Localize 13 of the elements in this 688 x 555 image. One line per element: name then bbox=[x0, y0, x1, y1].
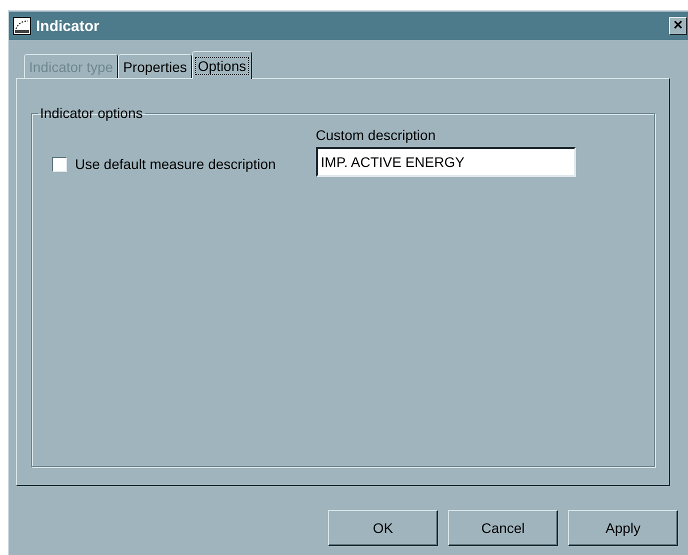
dialog-button[interactable]: Cancel bbox=[448, 510, 558, 546]
dialog-button[interactable]: Apply bbox=[568, 510, 678, 546]
tab[interactable]: Options bbox=[192, 51, 252, 79]
field-label: Custom description bbox=[316, 127, 437, 143]
window-title: Indicator bbox=[36, 18, 100, 34]
gauge-icon bbox=[13, 17, 31, 35]
description-field[interactable]: IMP. ACTIVE ENERGY bbox=[316, 147, 576, 177]
close-button[interactable]: × bbox=[669, 17, 687, 35]
dialog-button[interactable]: OK bbox=[328, 510, 438, 546]
group-title: Indicator options bbox=[39, 105, 144, 121]
checkbox-label[interactable]: Use default measure description bbox=[75, 156, 276, 172]
tab[interactable]: Properties bbox=[118, 54, 192, 78]
checkbox[interactable] bbox=[52, 156, 67, 172]
